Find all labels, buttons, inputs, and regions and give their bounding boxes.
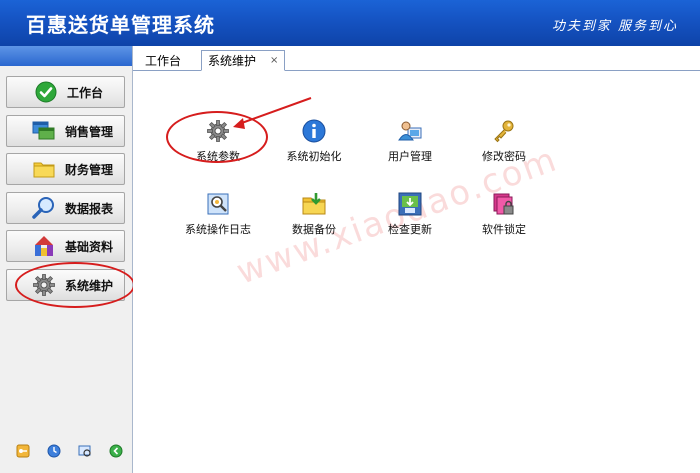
app-title: 百惠送货单管理系统 <box>26 13 215 37</box>
tab-workbench[interactable]: 工作台 <box>139 51 187 70</box>
sidebar-item-basic-data[interactable]: 基础资料 <box>6 230 125 262</box>
tab-label: 工作台 <box>145 54 182 68</box>
sidebar-item-label: 基础资料 <box>65 239 114 254</box>
clock-icon[interactable] <box>47 444 61 458</box>
tab-bar: 工作台 系统维护 × <box>133 46 700 71</box>
key-icon[interactable] <box>16 444 30 458</box>
sidebar-header <box>0 46 132 66</box>
windows-icon <box>29 119 59 143</box>
blocks-icon <box>29 234 59 258</box>
sidebar-item-sales[interactable]: 销售管理 <box>6 115 125 147</box>
close-icon[interactable]: × <box>270 55 278 66</box>
sidebar-item-label: 工作台 <box>67 85 104 100</box>
tab-label: 系统维护 <box>208 54 257 68</box>
refresh-icon[interactable] <box>109 444 123 458</box>
sidebar-item-system-maintenance[interactable]: 系统维护 <box>6 269 125 301</box>
tab-system-maintenance[interactable]: 系统维护 × <box>201 50 286 71</box>
sidebar-item-finance[interactable]: 财务管理 <box>6 153 125 185</box>
sidebar-item-reports[interactable]: 数据报表 <box>6 192 125 224</box>
sidebar-item-label: 系统维护 <box>65 278 114 293</box>
app-slogan: 功夫到家 服务到心 <box>551 19 678 34</box>
check-icon <box>31 80 61 104</box>
folder-icon <box>29 157 59 181</box>
sidebar: 工作台 销售管理 财务管理 数据报表 基础资料 系统维护 <box>0 46 135 473</box>
sidebar-item-label: 数据报表 <box>65 201 114 216</box>
gear-icon <box>29 273 59 297</box>
sidebar-item-label: 财务管理 <box>65 162 114 177</box>
title-bar: 百惠送货单管理系统 功夫到家 服务到心 <box>0 0 700 46</box>
main-panel: www.xiaodao.com 系统参数 系统初始化 用户管理 修改密码 系统操… <box>133 71 700 473</box>
magnifier-icon <box>29 196 59 220</box>
annotation-arrow <box>233 97 312 129</box>
sidebar-toolbar <box>0 444 132 464</box>
search-icon[interactable] <box>78 444 92 458</box>
sidebar-item-label: 销售管理 <box>65 124 114 139</box>
sidebar-item-workbench[interactable]: 工作台 <box>6 76 125 108</box>
